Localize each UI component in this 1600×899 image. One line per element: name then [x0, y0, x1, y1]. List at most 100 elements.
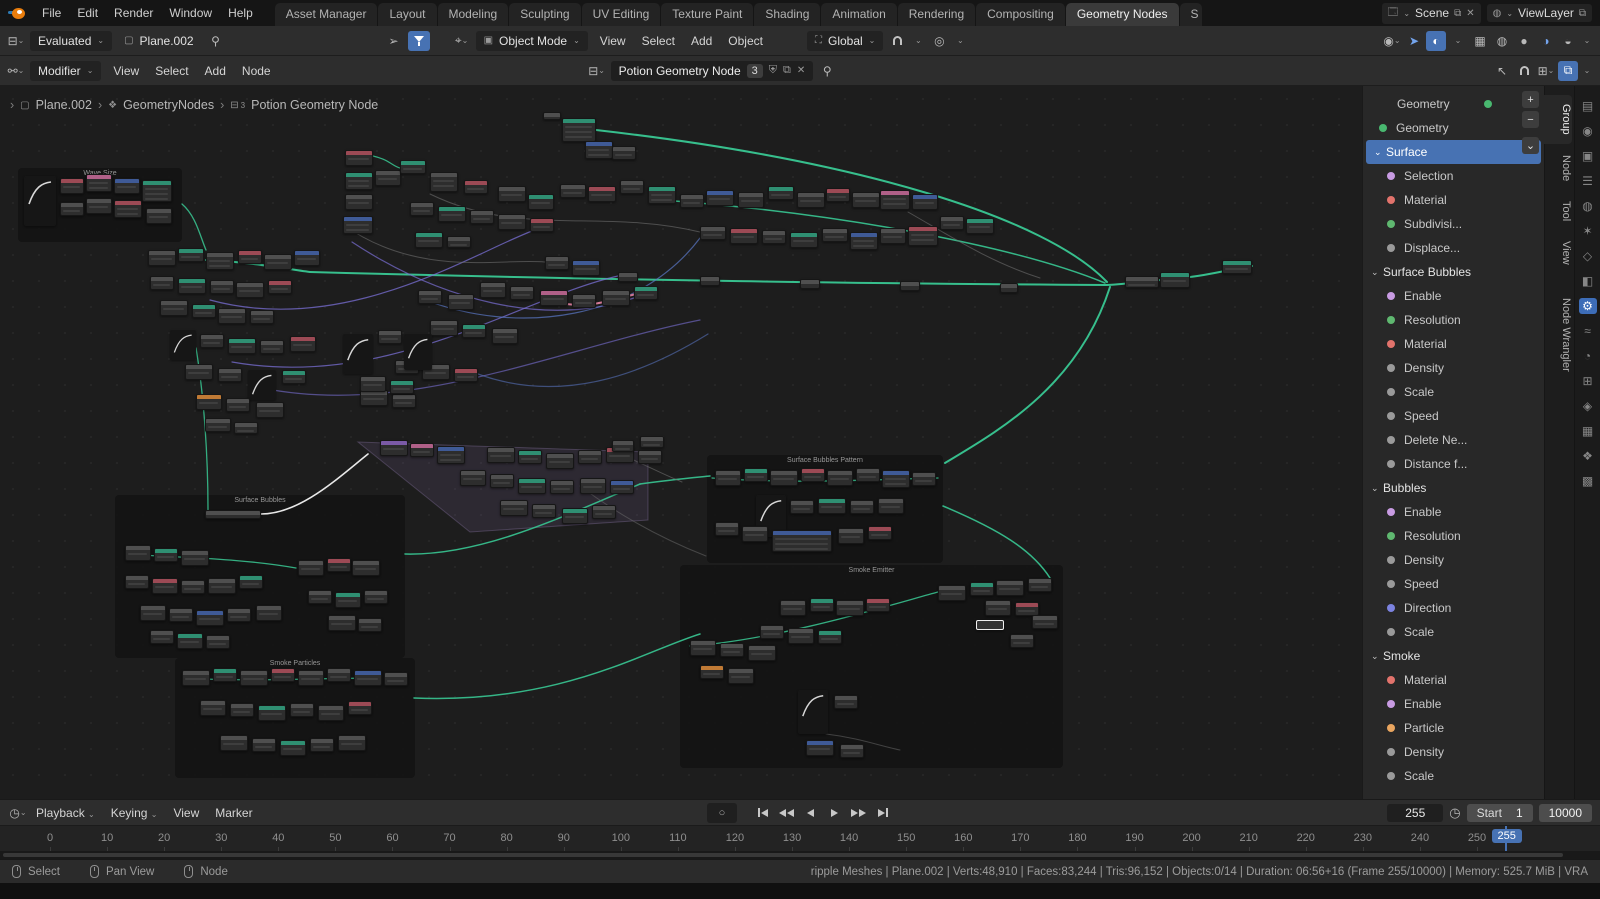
sidebar-tab-group[interactable]: Group [1544, 95, 1572, 144]
cursor-tool-icon[interactable]: ➢ [384, 31, 404, 51]
graph-node[interactable] [838, 528, 864, 544]
socket-item-speed[interactable]: Speed [1363, 404, 1544, 428]
graph-node[interactable] [840, 744, 864, 758]
socket-item-selection[interactable]: Selection [1363, 164, 1544, 188]
graph-node[interactable] [612, 440, 634, 452]
current-frame-badge[interactable]: 255 [1492, 829, 1522, 843]
graph-node[interactable] [308, 590, 332, 604]
graph-node[interactable] [1160, 272, 1190, 288]
timeline-menu-view[interactable]: View [165, 803, 207, 823]
graph-node[interactable] [208, 578, 236, 594]
socket-item-speed[interactable]: Speed [1363, 572, 1544, 596]
graph-node[interactable] [438, 206, 466, 222]
blender-logo-icon[interactable] [8, 6, 28, 20]
graph-node[interactable] [200, 700, 226, 716]
graph-node[interactable] [335, 592, 361, 608]
graph-node[interactable] [770, 470, 798, 486]
socket-item-direction[interactable]: Direction [1363, 596, 1544, 620]
graph-node[interactable] [218, 308, 246, 324]
workspace-tab-modeling[interactable]: Modeling [438, 3, 509, 26]
fake-user-shield-icon[interactable]: ⛨ [769, 64, 777, 77]
graph-node[interactable] [256, 402, 284, 418]
node-group-icon[interactable]: ⊟⌄ [587, 61, 607, 81]
graph-node[interactable] [966, 218, 994, 234]
pin-icon[interactable]: ⚲ [817, 61, 837, 81]
graph-node[interactable] [487, 447, 515, 463]
horizontal-scrollbar[interactable] [0, 851, 1600, 859]
socket-item-material[interactable]: Material [1363, 188, 1544, 212]
graph-node[interactable] [60, 178, 84, 194]
graph-node[interactable] [492, 328, 518, 344]
graph-node[interactable] [528, 194, 554, 210]
orientation-dropdown[interactable]: ⛶Global⌄ [807, 31, 883, 51]
graph-node[interactable] [205, 418, 231, 432]
graph-node[interactable] [360, 376, 386, 392]
graph-node[interactable] [210, 280, 234, 294]
graph-node[interactable] [196, 610, 224, 626]
graph-node[interactable] [182, 670, 210, 686]
graph-node[interactable] [850, 500, 874, 514]
graph-node[interactable] [125, 545, 151, 561]
properties-tab-icon-6[interactable]: ◇ [1579, 248, 1597, 264]
graph-node[interactable] [177, 633, 203, 649]
socket-item-geometry[interactable]: Geometry [1363, 116, 1544, 140]
graph-node[interactable] [464, 180, 488, 194]
jump-to-end-button[interactable] [872, 804, 893, 822]
graph-node[interactable] [410, 202, 434, 216]
graph-node[interactable] [142, 180, 172, 202]
graph-node[interactable] [834, 695, 858, 709]
shading-solid-icon[interactable]: ● [1514, 31, 1534, 51]
socket-item-density[interactable]: Density [1363, 740, 1544, 764]
graph-node[interactable] [748, 645, 776, 661]
graph-node[interactable] [430, 320, 458, 336]
graph-node[interactable] [648, 186, 676, 204]
graph-node[interactable] [1125, 276, 1159, 288]
menu-help[interactable]: Help [220, 3, 261, 23]
graph-node[interactable] [912, 194, 938, 210]
auto-key-toggle[interactable]: ○ [707, 803, 737, 823]
graph-node[interactable] [498, 214, 526, 230]
graph-node[interactable] [192, 304, 216, 318]
graph-node[interactable] [518, 450, 542, 464]
socket-group-surface-bubbles[interactable]: ⌄Surface Bubbles [1363, 260, 1544, 284]
chevron-down-icon[interactable]: ⌄ [1371, 651, 1383, 662]
timeline-menu-playback[interactable]: Playback ⌄ [28, 803, 103, 823]
graph-node[interactable] [437, 446, 465, 464]
graph-node[interactable] [760, 625, 784, 639]
remove-socket-button[interactable]: − [1522, 111, 1539, 128]
graph-node[interactable] [480, 282, 506, 298]
graph-node[interactable] [400, 160, 426, 174]
socket-group-surface[interactable]: ⌄Surface [1366, 140, 1541, 164]
graph-node[interactable] [818, 630, 842, 644]
graph-node[interactable] [562, 508, 588, 524]
graph-node[interactable] [550, 480, 574, 494]
parent-tree-icon[interactable]: ↖ [1492, 61, 1512, 81]
graph-node[interactable] [1000, 283, 1018, 293]
snap-magnet-icon[interactable] [887, 31, 907, 51]
graph-node[interactable] [294, 250, 320, 266]
graph-node[interactable] [768, 186, 794, 200]
graph-node[interactable] [196, 394, 222, 410]
timeline-menu-marker[interactable]: Marker [207, 803, 260, 823]
graph-node[interactable] [588, 186, 616, 202]
graph-node[interactable] [620, 180, 644, 194]
graph-node[interactable] [410, 443, 434, 457]
socket-item-enable[interactable]: Enable [1363, 284, 1544, 308]
graph-node[interactable] [328, 615, 356, 631]
graph-node[interactable] [345, 172, 373, 190]
graph-node[interactable] [218, 368, 242, 382]
graph-node[interactable] [800, 279, 820, 289]
graph-node[interactable] [318, 705, 344, 721]
socket-item-scale[interactable]: Scale [1363, 620, 1544, 644]
properties-tab-icon-10[interactable]: ◔ [1579, 348, 1597, 364]
menu-render[interactable]: Render [106, 3, 161, 23]
graph-node[interactable] [238, 250, 262, 264]
socket-item-material[interactable]: Material [1363, 332, 1544, 356]
graph-node[interactable] [562, 118, 596, 142]
graph-node[interactable] [798, 690, 828, 734]
graph-node[interactable] [213, 668, 237, 682]
socket-item-subdivisi-[interactable]: Subdivisi... [1363, 212, 1544, 236]
graph-node[interactable] [454, 368, 478, 382]
graph-node[interactable] [1010, 634, 1034, 648]
breadcrumb-item[interactable]: Plane.002 [36, 98, 92, 112]
